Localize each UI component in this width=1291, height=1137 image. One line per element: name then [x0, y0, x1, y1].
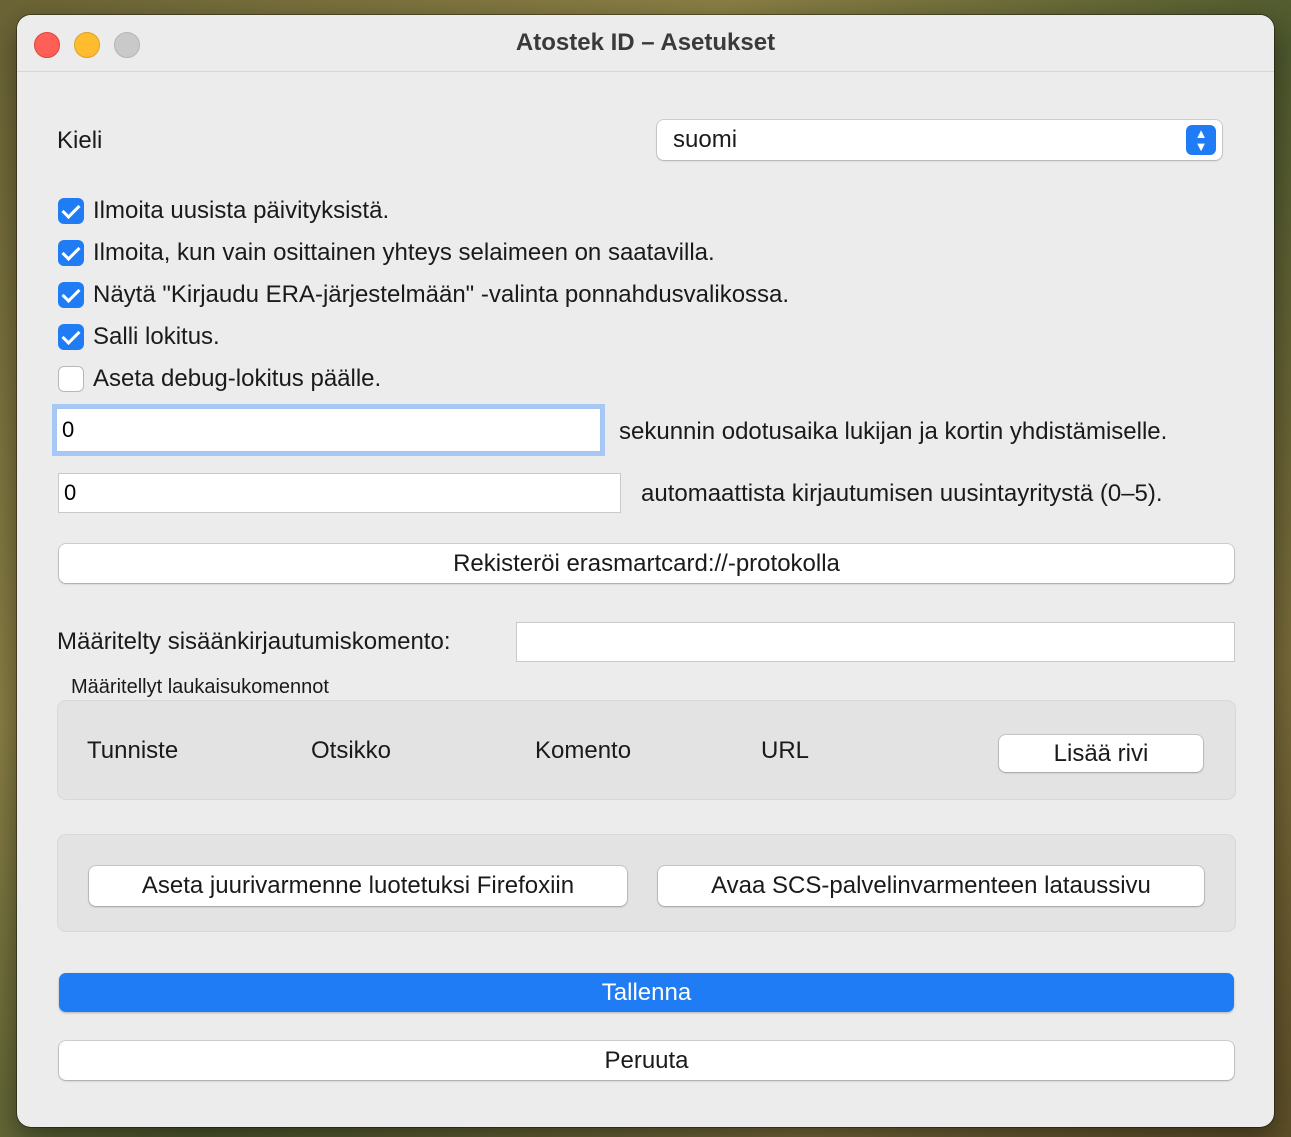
add-row-button[interactable]: Lisää rivi	[999, 735, 1203, 772]
show-era-login-checkbox[interactable]	[58, 282, 84, 308]
register-protocol-button[interactable]: Rekisteröi erasmartcard://-protokolla	[59, 544, 1234, 583]
cancel-button[interactable]: Peruuta	[59, 1041, 1234, 1080]
retries-label: automaattista kirjautumisen uusintayrity…	[641, 480, 1163, 507]
launch-commands-group: Tunniste Otsikko Komento URL Lisää rivi	[58, 701, 1235, 799]
login-command-label: Määritelty sisäänkirjautumiskomento:	[57, 628, 451, 655]
login-command-input[interactable]	[516, 622, 1235, 662]
title-bar[interactable]: Atostek ID – Asetukset	[17, 15, 1274, 72]
timeout-input[interactable]	[56, 408, 601, 452]
notify-updates-label: Ilmoita uusista päivityksistä.	[93, 197, 390, 224]
firefox-root-cert-button[interactable]: Aseta juurivarmenne luotetuksi Firefoxii…	[89, 866, 627, 906]
scs-cert-download-button[interactable]: Avaa SCS-palvelinvarmenteen lataussivu	[658, 866, 1204, 906]
save-button[interactable]: Tallenna	[59, 973, 1234, 1012]
certificates-group: Aseta juurivarmenne luotetuksi Firefoxii…	[58, 835, 1235, 931]
notify-partial-connection-label: Ilmoita, kun vain osittainen yhteys sela…	[93, 239, 715, 266]
column-header-komento: Komento	[535, 737, 632, 764]
debug-logging-label: Aseta debug-lokitus päälle.	[93, 365, 382, 392]
language-label: Kieli	[57, 127, 103, 154]
allow-logging-label: Salli lokitus.	[93, 323, 220, 350]
notify-updates-checkbox[interactable]	[58, 198, 84, 224]
allow-logging-checkbox[interactable]	[58, 324, 84, 350]
show-era-login-label: Näytä "Kirjaudu ERA-järjestelmään" -vali…	[93, 281, 790, 308]
select-arrows-icon: ▲ ▼	[1186, 125, 1216, 155]
language-select-value: suomi	[673, 126, 738, 153]
column-header-otsikko: Otsikko	[311, 737, 392, 764]
timeout-label: sekunnin odotusaika lukijan ja kortin yh…	[619, 418, 1168, 445]
debug-logging-checkbox[interactable]	[58, 366, 84, 392]
window-title: Atostek ID – Asetukset	[515, 29, 776, 56]
notify-partial-connection-checkbox[interactable]	[58, 240, 84, 266]
settings-window: Atostek ID – Asetukset Kieli suomi ▲ ▼ Il…	[17, 15, 1274, 1127]
language-select[interactable]: suomi ▲ ▼	[657, 120, 1222, 160]
launch-commands-title: Määritellyt laukaisukomennot	[71, 676, 329, 698]
retries-input[interactable]	[58, 473, 621, 513]
column-header-url: URL	[761, 737, 810, 764]
column-header-tunniste: Tunniste	[87, 737, 179, 764]
